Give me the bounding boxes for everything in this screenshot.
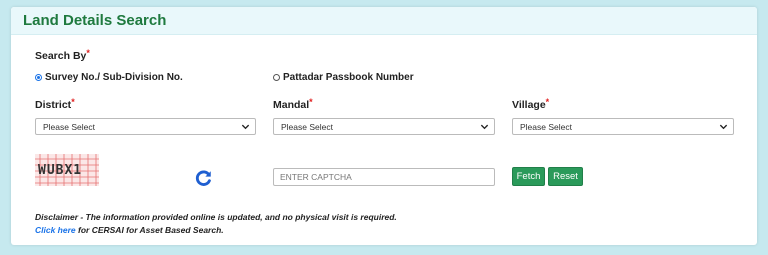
chevron-down-icon: [480, 124, 489, 130]
captcha-input[interactable]: ENTER CAPTCHA: [273, 168, 495, 186]
refresh-icon[interactable]: [195, 169, 213, 187]
required-mark: *: [71, 97, 75, 107]
village-select-value: Please Select: [520, 121, 572, 132]
cersai-suffix: for CERSAI for Asset Based Search.: [75, 225, 224, 235]
cersai-line: Click here for CERSAI for Asset Based Se…: [35, 225, 224, 235]
district-label: District*: [35, 97, 75, 111]
required-mark: *: [309, 97, 313, 107]
radio-pattadar-passbook[interactable]: Pattadar Passbook Number: [273, 72, 414, 83]
radio-survey-number[interactable]: Survey No./ Sub-Division No.: [35, 72, 183, 83]
required-mark: *: [86, 48, 90, 58]
required-mark: *: [545, 97, 550, 107]
district-select-value: Please Select: [43, 121, 95, 132]
district-select[interactable]: Please Select: [35, 118, 256, 135]
mandal-label-text: Mandal: [273, 99, 310, 111]
mandal-select[interactable]: Please Select: [273, 118, 495, 135]
captcha-text: WUBX1: [38, 163, 83, 178]
chevron-down-icon: [719, 124, 728, 130]
reset-button[interactable]: Reset: [548, 167, 583, 186]
mandal-select-value: Please Select: [281, 121, 333, 132]
fetch-button[interactable]: Fetch: [512, 167, 545, 186]
radio-pattadar-label: Pattadar Passbook Number: [283, 72, 414, 83]
search-by-label-text: Search By: [35, 50, 87, 62]
village-label-text: Village: [512, 99, 546, 111]
cersai-link[interactable]: Click here: [35, 225, 76, 235]
chevron-down-icon: [241, 124, 250, 130]
search-by-label: Search By*: [35, 48, 90, 62]
radio-survey-label: Survey No./ Sub-Division No.: [45, 72, 183, 83]
radio-button-checked[interactable]: [35, 74, 42, 81]
land-details-card: Land Details Search Search By* Survey No…: [11, 7, 757, 245]
mandal-label: Mandal*: [273, 97, 313, 111]
disclaimer-text: Disclaimer - The information provided on…: [35, 212, 397, 222]
district-label-text: District: [35, 99, 72, 111]
captcha-image: WUBX1: [35, 154, 99, 186]
card-header: Land Details Search: [11, 7, 757, 35]
village-label: Village*: [512, 97, 550, 111]
radio-button-unchecked[interactable]: [273, 74, 280, 81]
page-title: Land Details Search: [23, 12, 167, 29]
village-select[interactable]: Please Select: [512, 118, 734, 135]
